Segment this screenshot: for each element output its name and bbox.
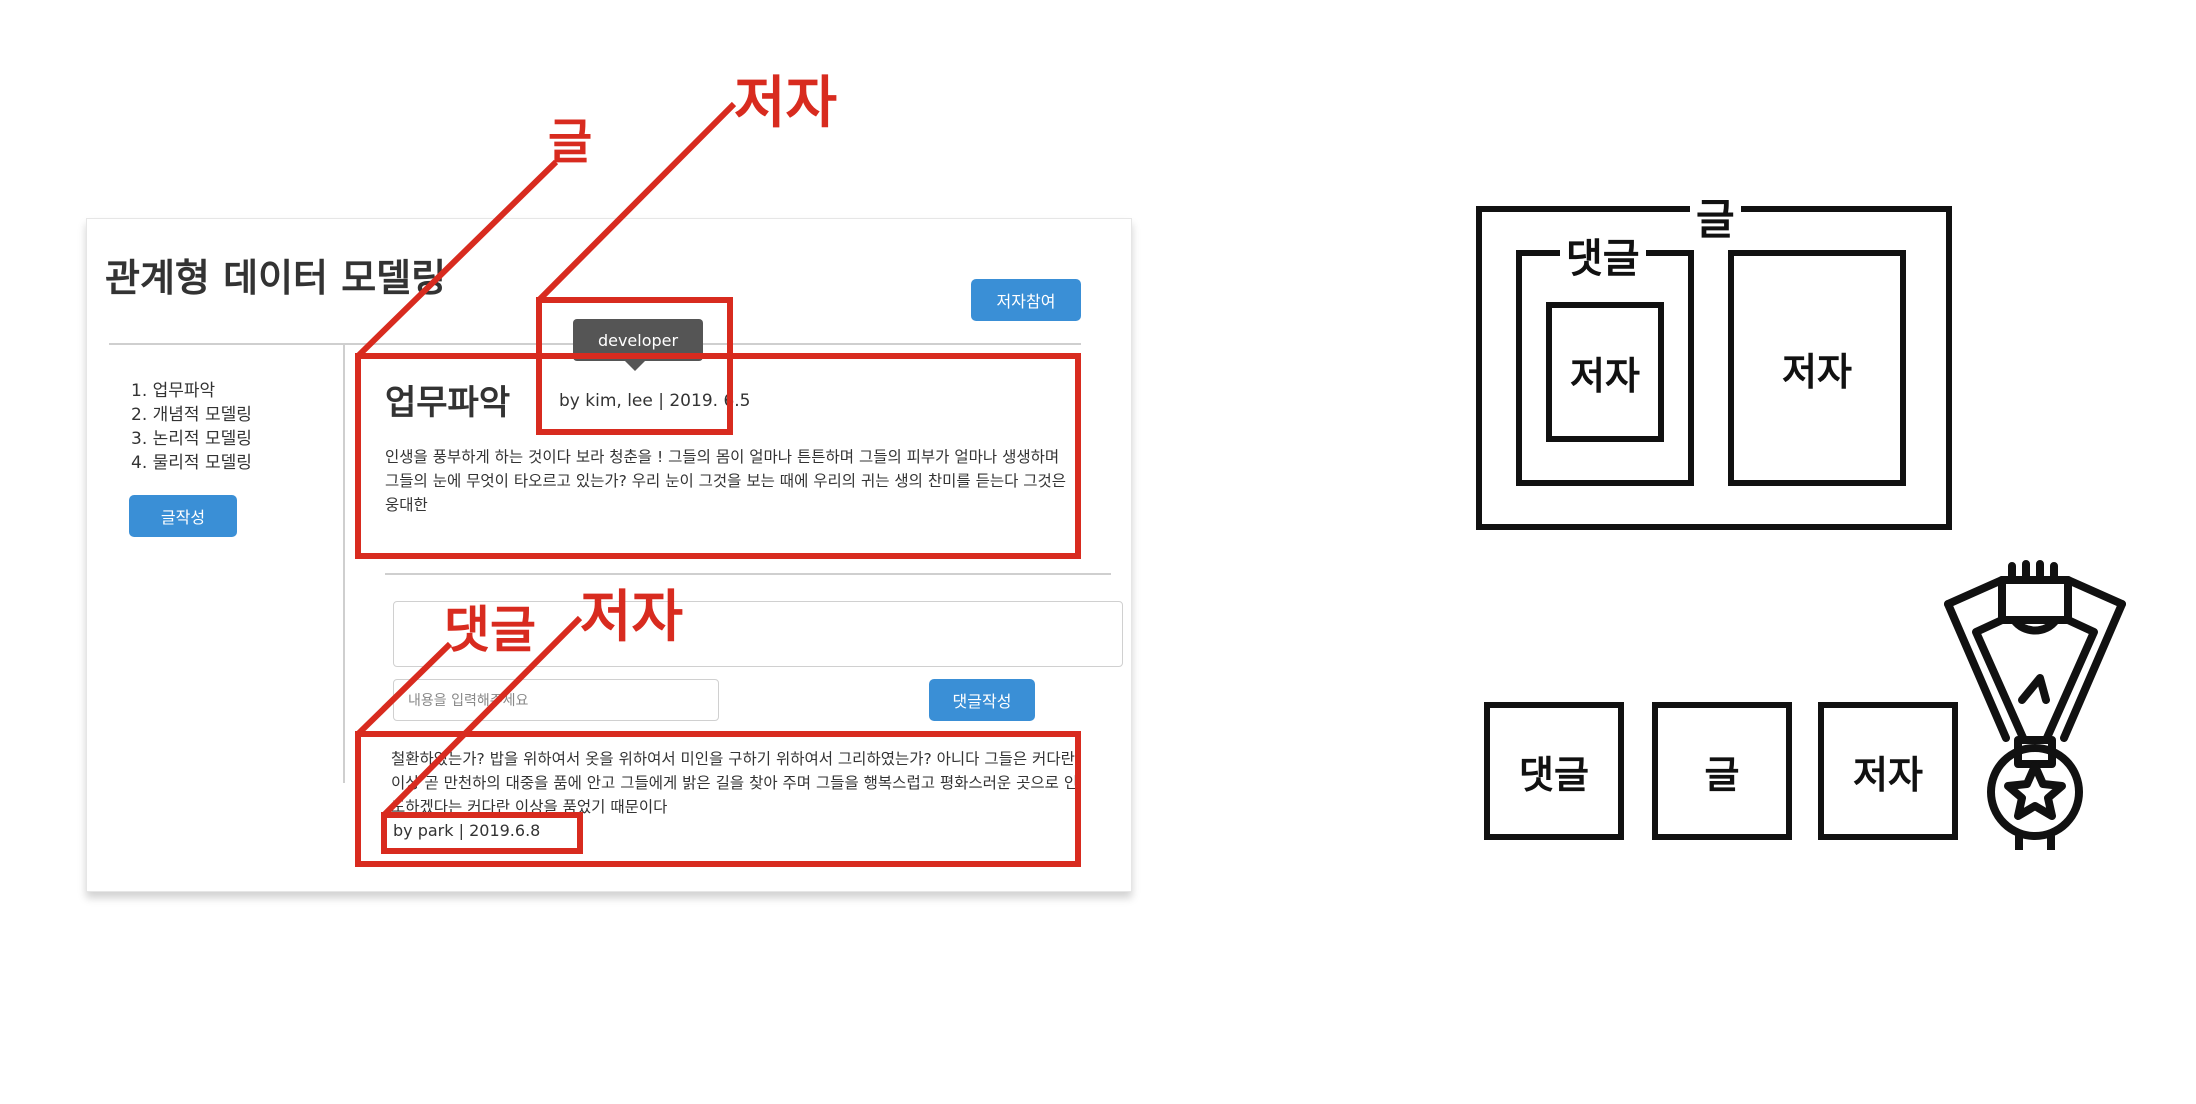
comment-author-highlight-box [381, 812, 583, 854]
annotation-overlay [355, 101, 1081, 867]
author-block: 저자 [1818, 702, 1958, 840]
comment-leader-line [355, 641, 453, 737]
post-author-entity: 저자 [1728, 250, 1906, 486]
author-annotation-label: 저자 [734, 71, 838, 136]
comment-block: 댓글 [1484, 702, 1624, 840]
comment-annotation-label: 댓글 [444, 601, 536, 659]
comment-entity-label: 댓글 [1560, 226, 1646, 284]
post-block: 글 [1652, 702, 1792, 840]
post-highlight-box [355, 353, 1081, 559]
comment-author-annotation-label: 저자 [580, 585, 684, 650]
post-annotation-label: 글 [548, 114, 593, 170]
post-leader-line [355, 159, 559, 359]
author-highlight-box [536, 297, 733, 435]
post-entity-label: 글 [1690, 186, 1741, 247]
comment-author-entity: 저자 [1546, 302, 1664, 442]
comment-highlight-box [355, 731, 1081, 867]
medal-icon [1944, 560, 2126, 850]
